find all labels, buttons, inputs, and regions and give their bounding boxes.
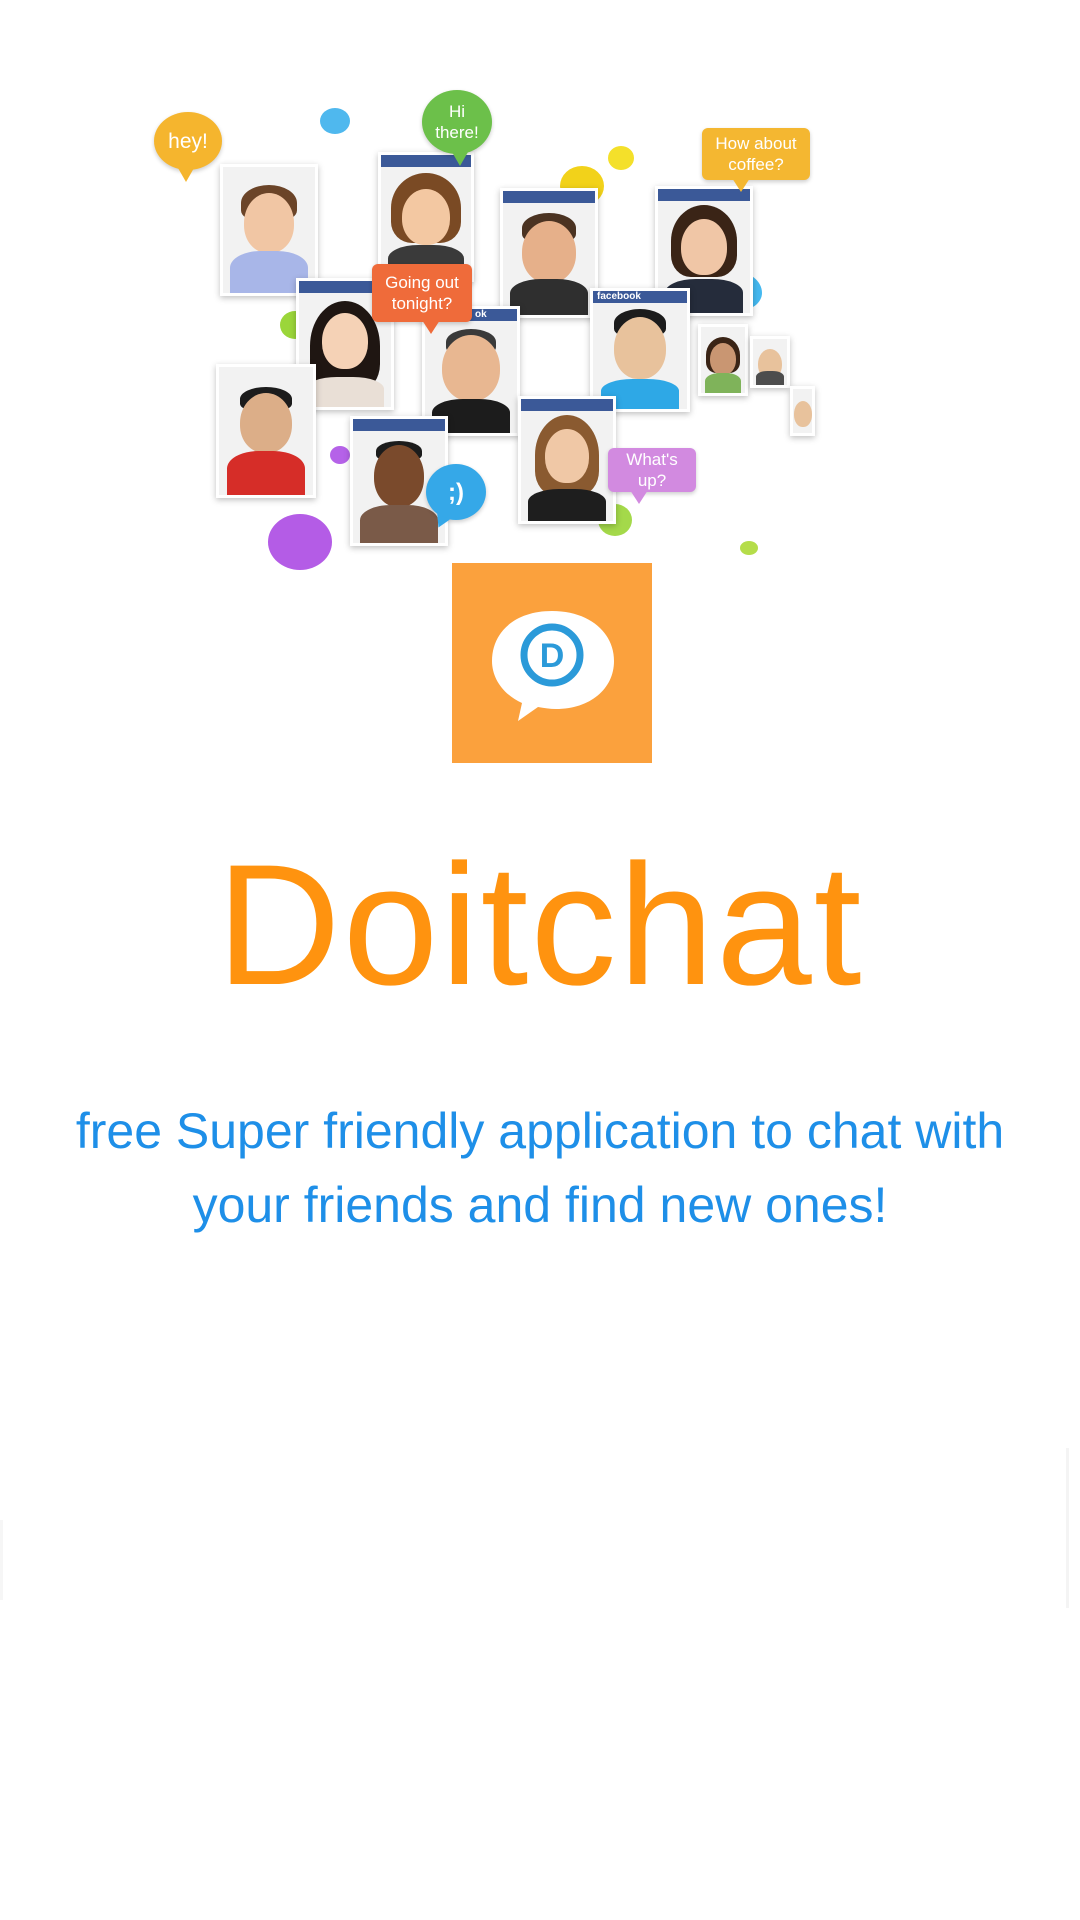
- chat-bubble-logo-icon: D: [492, 611, 614, 721]
- splatter-purple-small: [330, 446, 350, 464]
- photo-tile: [216, 364, 316, 498]
- photo-label: facebook: [597, 291, 641, 302]
- photo-tile: [750, 336, 790, 388]
- speech-bubble-smile: ;): [426, 464, 486, 520]
- speech-bubble-coffee-text: How about coffee?: [715, 134, 797, 174]
- photo-tile: facebook: [590, 288, 690, 412]
- photo-tile: [220, 164, 318, 296]
- logo-letter: D: [540, 637, 565, 675]
- tagline-line-2: your friends and find new ones!: [192, 1177, 888, 1233]
- edge-divider: [0, 1520, 3, 1600]
- splatter-purple: [268, 514, 332, 570]
- speech-bubble-whats-up: What's up?: [608, 448, 696, 504]
- speech-bubble-going-out: Going out tonight?: [372, 264, 472, 334]
- splash-screen: ok facebook hey! Hi there! How about cof…: [0, 0, 1080, 1920]
- speech-bubble-hi-text: Hi there!: [435, 102, 479, 142]
- splatter-blue: [320, 108, 350, 134]
- photo-tile: [500, 188, 598, 318]
- photo-tile: [378, 152, 474, 282]
- photo-tile: [698, 324, 748, 396]
- app-tagline: free Super friendly application to chat …: [40, 1094, 1040, 1242]
- speech-bubble-going-out-text: Going out tonight?: [385, 273, 459, 313]
- tagline-line-1: free Super friendly application to chat …: [75, 1103, 1005, 1159]
- hero-collage: ok facebook hey! Hi there! How about cof…: [150, 86, 815, 586]
- photo-tile: [518, 396, 616, 524]
- app-title: Doitchat: [216, 829, 864, 1021]
- speech-bubble-coffee: How about coffee?: [702, 128, 810, 192]
- splatter-yellow-small: [608, 146, 634, 170]
- edge-divider: [1066, 1448, 1069, 1608]
- speech-bubble-hey: hey!: [154, 112, 222, 182]
- speech-bubble-whats-up-text: What's up?: [626, 450, 678, 490]
- photo-label: ok: [475, 309, 487, 320]
- splatter-green-right: [740, 541, 758, 555]
- doitchat-logo-icon: D: [452, 563, 652, 763]
- speech-bubble-hi: Hi there!: [422, 90, 492, 166]
- photo-tile: [790, 386, 815, 436]
